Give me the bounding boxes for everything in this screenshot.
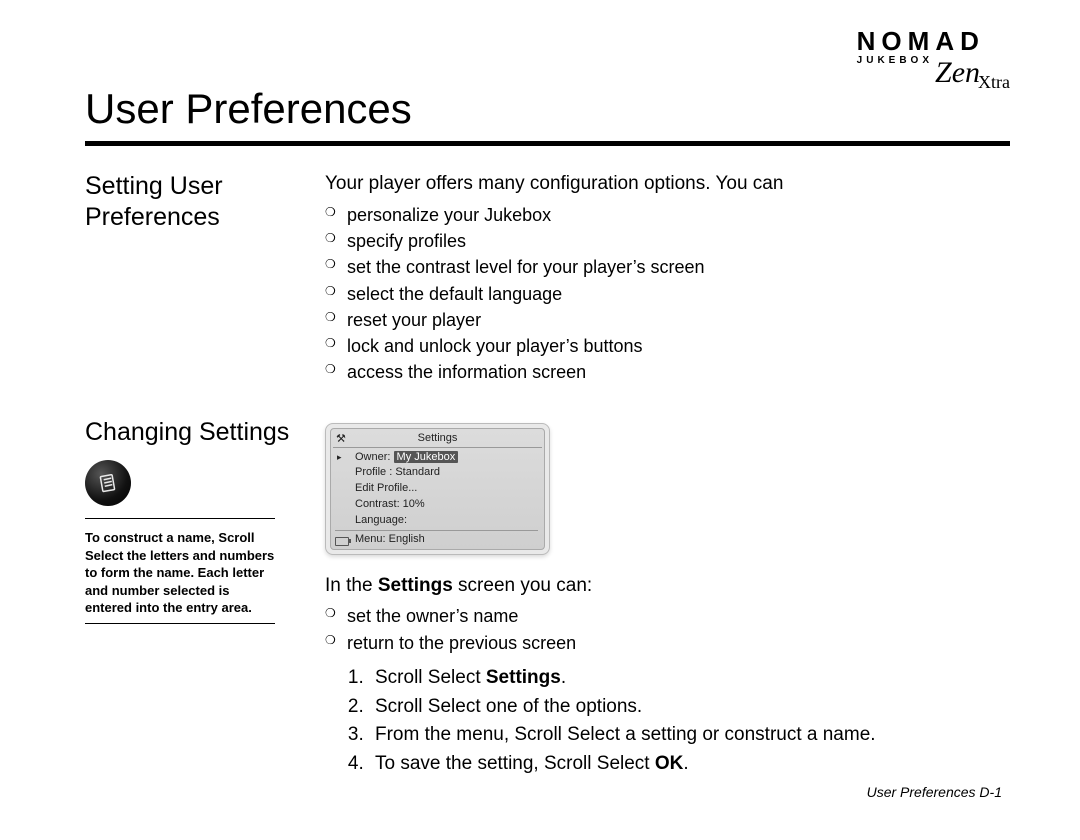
section1-intro: Your player offers many configuration op…	[325, 171, 1010, 197]
screen-row-contrast: Contrast: 10%	[355, 497, 538, 512]
screen-row-language: Language:	[355, 513, 538, 528]
tip-rule-top	[85, 518, 275, 519]
section-heading-setting: Setting User Preferences	[85, 171, 300, 234]
brand-nomad: NOMAD	[857, 28, 1010, 54]
step-item: To save the setting, Scroll Select OK.	[369, 751, 1010, 777]
step-item: Scroll Select Settings.	[369, 665, 1010, 691]
play-icon: ▸	[337, 451, 342, 463]
tip-text: To construct a name, Scroll Select the l…	[85, 529, 280, 617]
tip-rule-bottom	[85, 623, 275, 624]
brand-xtra: Xtra	[978, 73, 1010, 91]
device-screenshot: ⚒ ▸ Settings Owner: My Jukebox Profile :…	[325, 423, 550, 555]
title-rule	[85, 141, 1010, 146]
bullet-item: return to the previous screen	[347, 631, 1010, 655]
section-heading-changing: Changing Settings	[85, 417, 300, 448]
brand-jukebox: JUKEBOX	[857, 56, 933, 66]
section2-bullets: set the owner’s name return to the previ…	[325, 604, 1010, 655]
bullet-item: select the default language	[347, 282, 1010, 306]
steps-list: Scroll Select Settings. Scroll Select on…	[325, 665, 1010, 777]
page-title: User Preferences	[85, 85, 1010, 133]
tip-notepad-icon	[85, 460, 131, 506]
bullet-item: lock and unlock your player’s buttons	[347, 334, 1010, 358]
screen-footer: Menu: English	[335, 530, 538, 547]
section1-bullets: personalize your Jukebox specify profile…	[325, 203, 1010, 385]
bullet-item: personalize your Jukebox	[347, 203, 1010, 227]
screen-row-profile: Profile : Standard	[355, 465, 538, 480]
screen-header: Settings	[333, 431, 542, 448]
screen-row-owner: Owner: My Jukebox	[355, 450, 538, 465]
owner-highlight: My Jukebox	[394, 451, 459, 463]
brand-logo: NOMAD JUKEBOXZenXtra	[857, 28, 1010, 84]
step-item: Scroll Select one of the options.	[369, 694, 1010, 720]
bullet-item: specify profiles	[347, 229, 1010, 253]
battery-icon	[335, 537, 349, 546]
step-item: From the menu, Scroll Select a setting o…	[369, 722, 1010, 748]
screen-row-edit: Edit Profile...	[355, 481, 538, 496]
bullet-item: reset your player	[347, 308, 1010, 332]
bullet-item: set the contrast level for your player’s…	[347, 255, 1010, 279]
page-footer: User Preferences D-1	[867, 784, 1002, 800]
bullet-item: access the information screen	[347, 360, 1010, 384]
section2-intro: In the Settings screen you can:	[325, 573, 1010, 599]
brand-zen: Zen	[935, 58, 980, 88]
bullet-item: set the owner’s name	[347, 604, 1010, 628]
